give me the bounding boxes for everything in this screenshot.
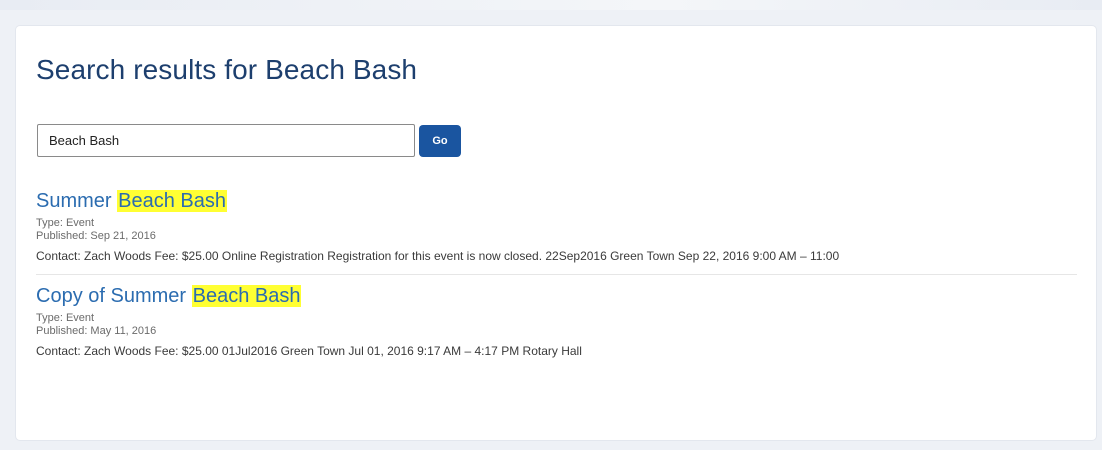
result-published-date: Published: May 11, 2016 (36, 325, 157, 337)
result-snippet: Contact: Zach Woods Fee: $25.00 01Jul201… (36, 344, 582, 358)
result-item: Copy of Summer Beach Bash Type: Event Pu… (36, 274, 1077, 369)
result-item: Summer Beach Bash Type: Event Published:… (36, 186, 1077, 274)
search-input[interactable] (37, 124, 415, 157)
result-snippet: Contact: Zach Woods Fee: $25.00 Online R… (36, 249, 840, 263)
result-title-highlight: Beach Bash (191, 285, 302, 307)
result-published-date: Published: Sep 21, 2016 (36, 230, 156, 242)
result-title-prefix: Copy of Summer (36, 285, 192, 307)
result-title-highlight: Beach Bash (117, 190, 227, 212)
page-title: Search results for Beach Bash (36, 54, 418, 85)
search-results-card: Search results for Beach Bash Go Summer … (16, 26, 1096, 440)
result-title-link[interactable]: Copy of Summer Beach Bash (36, 284, 302, 308)
result-type: Type: Event (36, 217, 95, 229)
result-title-prefix: Summer (36, 190, 118, 212)
top-strip (0, 0, 1102, 10)
results-list: Summer Beach Bash Type: Event Published:… (36, 186, 1077, 369)
search-form: Go (37, 124, 461, 157)
go-button[interactable]: Go (419, 124, 461, 157)
result-type: Type: Event (36, 312, 95, 324)
result-title-link[interactable]: Summer Beach Bash (36, 189, 227, 213)
